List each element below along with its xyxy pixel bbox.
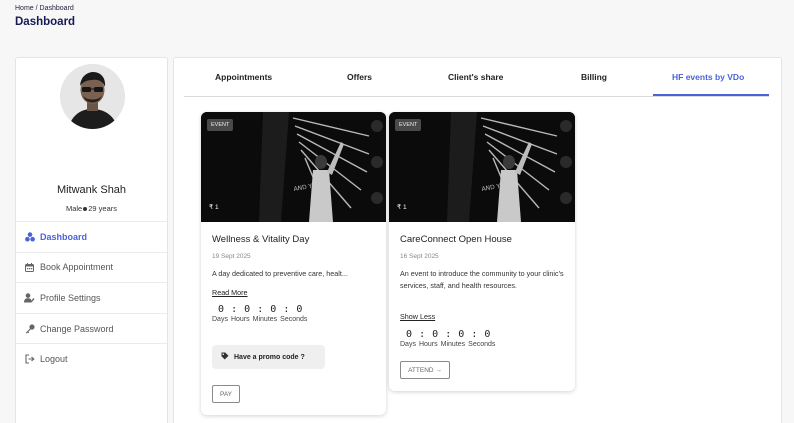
countdown-separator: :: [257, 304, 264, 315]
countdown-separator: :: [471, 329, 478, 340]
countdown-label-days: Days: [212, 316, 228, 323]
event-card: AND YOU'R EVENT ₹ 1 Wellness & Vitality …: [201, 112, 386, 415]
user-settings-icon: [24, 292, 35, 303]
tab-appointments[interactable]: Appointments: [215, 72, 272, 82]
countdown-label-minutes: Minutes: [252, 316, 278, 323]
countdown-hours: 0: [244, 304, 251, 315]
countdown-separator: :: [231, 304, 238, 315]
profile-meta: Male 29 years: [16, 204, 167, 213]
tab-bar: Appointments Offers Client's share Billi…: [184, 58, 769, 97]
separator-dot: [83, 207, 88, 212]
tab-billing[interactable]: Billing: [581, 72, 607, 82]
profile-gender: Male: [65, 204, 83, 213]
pay-button[interactable]: PAY: [212, 385, 240, 403]
countdown-label-minutes: Minutes: [440, 341, 466, 348]
calendar-icon: [24, 262, 35, 273]
tab-hf-events[interactable]: HF events by VDo: [672, 72, 744, 82]
countdown-seconds: 0: [484, 329, 491, 340]
countdown-labels: Days Hours Minutes Seconds: [212, 316, 310, 323]
show-less-link[interactable]: Show Less: [400, 312, 435, 321]
sidebar-item-label: Dashboard: [40, 231, 88, 242]
breadcrumb: Home / Dashboard: [15, 5, 74, 12]
countdown-timer: 0 : 0 : 0 : 0 Days Hours Minutes Seconds: [212, 304, 310, 323]
sidebar-menu: Dashboard Book Appointment Profile Setti…: [16, 221, 167, 374]
countdown-days: 0: [218, 304, 225, 315]
breadcrumb-current: Dashboard: [39, 5, 74, 12]
countdown-hours: 0: [432, 329, 439, 340]
countdown-label-days: Days: [400, 341, 416, 348]
sidebar-item-profile-settings[interactable]: Profile Settings: [16, 282, 167, 313]
logout-icon: [24, 354, 35, 365]
read-more-link[interactable]: Read More: [212, 288, 248, 297]
countdown-labels: Days Hours Minutes Seconds: [400, 341, 498, 348]
countdown-separator: :: [419, 329, 426, 340]
sidebar-item-logout[interactable]: Logout: [16, 343, 167, 374]
countdown-label-hours: Hours: [230, 316, 250, 323]
countdown-separator: :: [445, 329, 452, 340]
key-icon: [24, 323, 35, 334]
event-date: 19 Sept 2025: [212, 253, 251, 260]
sidebar-item-book-appointment[interactable]: Book Appointment: [16, 251, 167, 283]
event-card: AND YOU'R EVENT ₹ 1 CareConnect Open Hou…: [389, 112, 575, 391]
event-title: Wellness & Vitality Day: [212, 234, 310, 245]
sidebar-item-label: Profile Settings: [40, 292, 101, 303]
event-price: ₹ 1: [209, 204, 219, 211]
sidebar-item-change-password[interactable]: Change Password: [16, 312, 167, 344]
event-badge: EVENT: [207, 119, 234, 131]
tag-icon: [221, 352, 229, 362]
event-image: AND YOU'R EVENT ₹ 1: [201, 112, 386, 222]
profile-sidebar: Mitwank Shah Male 29 years Dashboard Book…: [15, 57, 168, 423]
event-description: An event to introduce the community to y…: [400, 269, 564, 290]
countdown-label-hours: Hours: [418, 341, 438, 348]
countdown-values: 0 : 0 : 0 : 0: [400, 329, 498, 340]
countdown-minutes: 0: [270, 304, 277, 315]
avatar: [60, 64, 125, 129]
main-panel: Appointments Offers Client's share Billi…: [173, 57, 782, 423]
breadcrumb-home-link[interactable]: Home: [15, 5, 34, 12]
countdown-seconds: 0: [296, 304, 303, 315]
countdown-values: 0 : 0 : 0 : 0: [212, 304, 310, 315]
breadcrumb-separator: /: [35, 5, 38, 12]
event-price: ₹ 1: [397, 204, 407, 211]
sidebar-item-label: Book Appointment: [40, 262, 114, 273]
page-title: Dashboard: [15, 16, 76, 28]
promo-code-label: Have a promo code ?: [234, 353, 305, 361]
countdown-label-seconds: Seconds: [280, 316, 308, 323]
event-title: CareConnect Open House: [400, 234, 512, 245]
countdown-label-seconds: Seconds: [468, 341, 496, 348]
countdown-days: 0: [406, 329, 413, 340]
dashboard-icon: [24, 231, 35, 242]
tab-offers[interactable]: Offers: [347, 72, 372, 82]
event-date: 16 Sept 2025: [400, 253, 439, 260]
profile-age: 29 years: [88, 204, 118, 213]
event-badge: EVENT: [395, 119, 422, 131]
promo-code-button[interactable]: Have a promo code ?: [212, 345, 325, 369]
countdown-timer: 0 : 0 : 0 : 0 Days Hours Minutes Seconds: [400, 329, 498, 348]
active-tab-indicator: [653, 94, 769, 96]
countdown-minutes: 0: [458, 329, 465, 340]
sidebar-item-label: Change Password: [40, 323, 114, 334]
sidebar-item-label: Logout: [40, 354, 68, 365]
countdown-separator: :: [283, 304, 290, 315]
profile-name: Mitwank Shah: [56, 184, 127, 196]
tab-clients-share[interactable]: Client's share: [448, 72, 503, 82]
event-image: AND YOU'R EVENT ₹ 1: [389, 112, 575, 222]
sidebar-item-dashboard[interactable]: Dashboard: [16, 221, 167, 252]
event-description: A day dedicated to preventive care, heal…: [212, 269, 348, 278]
attend-button[interactable]: ATTEND →: [400, 361, 450, 379]
